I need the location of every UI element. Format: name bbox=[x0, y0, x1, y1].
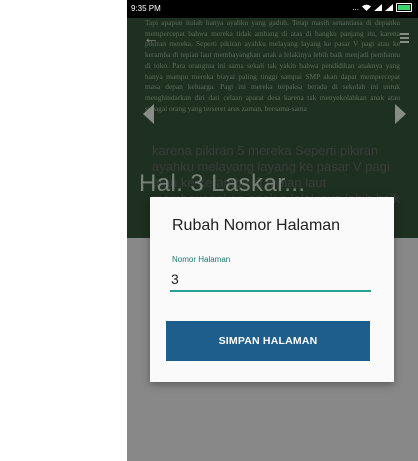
page-number-label: Nomor Halaman bbox=[172, 255, 231, 264]
page-number-input[interactable] bbox=[170, 268, 371, 292]
save-page-button[interactable]: SIMPAN HALAMAN bbox=[166, 321, 370, 361]
signal-icon-2 bbox=[385, 4, 393, 11]
status-bar: 9:35 PM ... bbox=[127, 0, 418, 18]
phone-screen: 9:35 PM ... Tapi apapun itulah hanya aya… bbox=[127, 0, 418, 461]
status-icons: ... bbox=[352, 3, 412, 12]
signal-icon bbox=[374, 4, 382, 11]
wifi-icon bbox=[362, 4, 371, 11]
battery-icon bbox=[396, 3, 412, 12]
dialog-title: Rubah Nomor Halaman bbox=[172, 217, 341, 234]
status-dots: ... bbox=[352, 3, 359, 12]
status-time: 9:35 PM bbox=[131, 4, 161, 13]
change-page-dialog: Rubah Nomor Halaman Nomor Halaman SIMPAN… bbox=[150, 197, 394, 382]
